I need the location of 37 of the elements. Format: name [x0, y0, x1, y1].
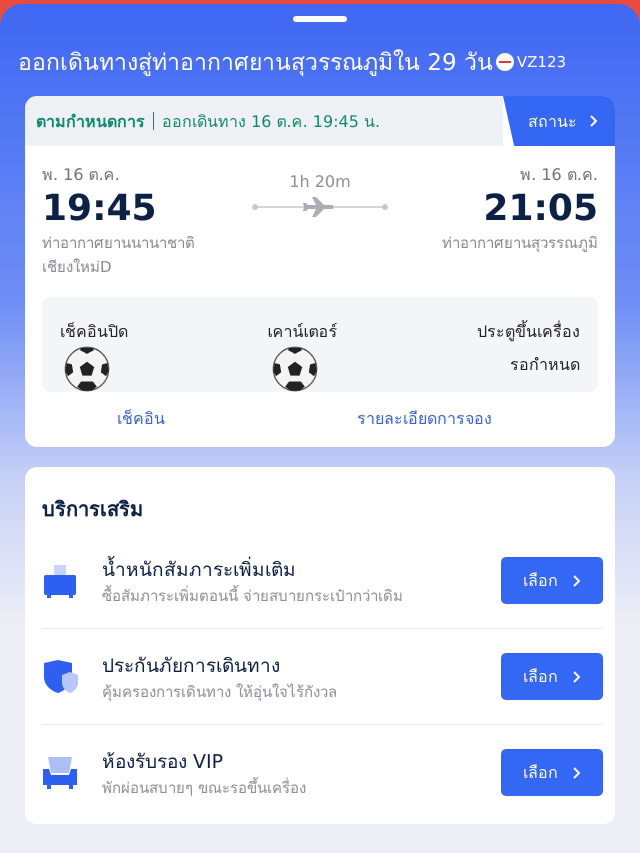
select-button[interactable]: เลือก — [501, 653, 603, 700]
flight-duration: 1h 20m — [289, 172, 351, 191]
select-button[interactable]: เลือก — [501, 749, 603, 796]
info-label: เช็คอินปิด — [60, 321, 128, 343]
flight-number: VZ123 — [516, 53, 566, 71]
section-title: บริการเสริม — [42, 496, 144, 523]
service-title: น้ำหนักสัมภาระเพิ่มเติม — [102, 554, 477, 584]
arrival-airport: ท่าอากาศยานสุวรรณภูมิ — [442, 233, 598, 254]
status-tab[interactable]: สถานะ — [503, 96, 615, 146]
chevron-right-icon — [589, 114, 598, 128]
text-link[interactable]: รายละเอียดการจอง — [357, 406, 492, 431]
departure-date: พ. 16 ต.ค. — [42, 164, 121, 186]
info-label: ประตูขึ้นเครื่อง — [477, 319, 580, 344]
drag-handle[interactable] — [293, 16, 347, 22]
flight-status: ตามกำหนดการ — [36, 110, 145, 132]
departure-info: ออกเดินทาง 16 ต.ค. 19:45 น. — [162, 110, 380, 132]
suitcase-icon — [42, 562, 78, 598]
info-label: เคาน์เตอร์ — [268, 321, 338, 343]
text-link[interactable]: เช็คอิน — [117, 406, 165, 431]
departure-airport: ท่าอากาศยานนานาชาติเชียงใหม่D — [42, 233, 196, 278]
info-value: รอกำหนด — [510, 354, 580, 376]
departure-time: 19:45 — [42, 187, 158, 231]
airline-logo-icon — [496, 53, 514, 71]
select-button[interactable]: เลือก — [501, 557, 603, 604]
arrival-date: พ. 16 ต.ค. — [520, 164, 598, 186]
service-description: คุ้มครองการเดินทาง ให้อุ่นใจไร้กังวล — [102, 682, 338, 704]
chevron-right-icon — [572, 670, 581, 684]
service-description: ซื้อสัมภาระเพิ่มตอนนี้ จ่ายสบายกระเป๋ากว่าเดิม — [102, 584, 404, 606]
page-title: ออกเดินทางสู่ท่าอากาศยานสุวรรณภูมิใน 29 วัน — [18, 48, 493, 78]
chevron-right-icon — [572, 574, 581, 588]
service-description: พักผ่อนสบายๆ ขณะรอขึ้นเครื่อง — [102, 776, 307, 798]
service-title: ห้องรับรอง VIP — [102, 750, 224, 774]
armchair-icon — [42, 754, 78, 790]
chevron-right-icon — [572, 766, 581, 780]
service-title: ประกันภัยการเดินทาง — [102, 654, 281, 678]
shield-icon — [42, 658, 78, 694]
arrival-time: 21:05 — [483, 187, 598, 231]
